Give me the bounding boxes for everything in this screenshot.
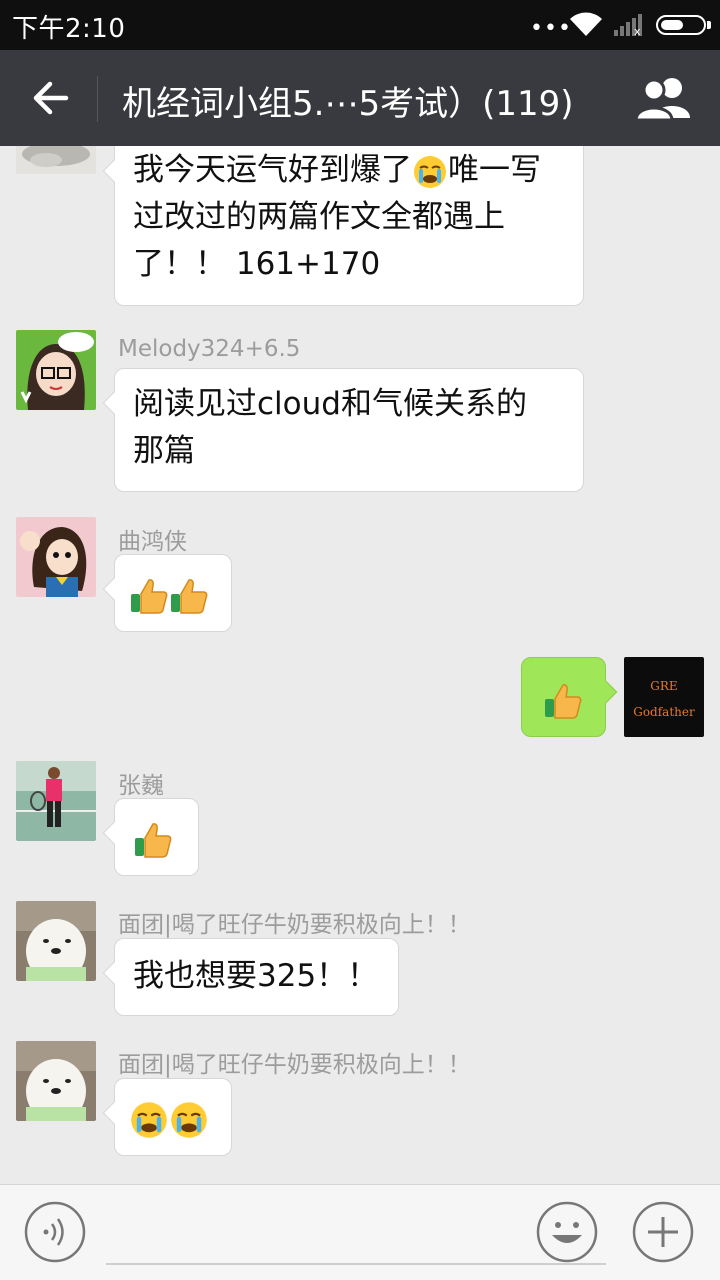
thumbs-up-icon (131, 578, 168, 614)
plus-icon[interactable] (632, 1201, 694, 1263)
sender-name: 面团|喝了旺仔牛奶要积极向上！！ (118, 912, 471, 938)
message-text: 那篇 (133, 433, 195, 469)
sender-name: 面团|喝了旺仔牛奶要积极向上！！ (118, 1052, 471, 1078)
thumbs-up-icon (545, 683, 582, 719)
avatar[interactable] (16, 901, 96, 981)
message-text: 唯一写 (448, 152, 541, 188)
signal-icon: x (614, 14, 642, 36)
message-list[interactable]: 我今天运气好到爆了 唯一写 过改过的两篇作文全都遇上 了！！ 161+170 Me… (0, 146, 720, 1184)
message-bubble[interactable]: 我今天运气好到爆了 唯一写 过改过的两篇作文全都遇上 了！！ 161+170 (114, 146, 584, 306)
message-text: 阅读见过cloud和气候关系的 (133, 386, 527, 422)
avatar[interactable] (16, 1041, 96, 1121)
message-bubble[interactable]: 我也想要325！！ (114, 938, 399, 1016)
message-bubble[interactable]: 阅读见过cloud和气候关系的 那篇 (114, 368, 584, 492)
crying-face-icon (414, 155, 446, 188)
message-input[interactable] (106, 1263, 606, 1265)
avatar[interactable] (16, 330, 96, 410)
input-bar (0, 1184, 720, 1280)
crying-face-icon (171, 1101, 207, 1138)
my-avatar[interactable]: GRE Godfather (624, 657, 704, 737)
message-bubble[interactable] (114, 1078, 232, 1156)
status-time: 下午2:10 (12, 14, 126, 44)
avatar[interactable] (16, 146, 96, 174)
chat-header: 机经词小组5.⋯5考试）(119) (0, 50, 720, 146)
message-text: 过改过的两篇作文全都遇上 (133, 199, 505, 235)
thumbs-up-icon (171, 578, 208, 614)
message-text: 我也想要325！！ (133, 958, 379, 994)
avatar[interactable] (16, 761, 96, 841)
back-arrow-icon[interactable] (24, 72, 76, 124)
emoji-icon[interactable] (536, 1201, 598, 1263)
sender-name: 张巍 (118, 773, 164, 799)
sender-name: Melody324+6.5 (118, 336, 301, 362)
wifi-icon (570, 12, 602, 36)
avatar[interactable] (16, 517, 96, 597)
avatar-text: GRE (650, 679, 678, 693)
crying-face-icon (131, 1101, 167, 1138)
status-bar: 下午2:10 ••• x (0, 0, 720, 50)
status-dots: ••• (530, 16, 572, 41)
sender-name: 曲鸿侠 (118, 529, 187, 555)
my-message-bubble[interactable] (521, 657, 606, 737)
message-bubble[interactable] (114, 798, 199, 876)
avatar-text: Godfather (633, 705, 695, 719)
voice-input-icon[interactable] (24, 1201, 86, 1263)
message-text: 了！！ 161+170 (133, 246, 381, 282)
message-text: 我今天运气好到爆了 (133, 152, 412, 188)
group-members-icon[interactable] (632, 72, 696, 124)
svg-text:x: x (634, 25, 641, 36)
battery-icon (656, 15, 711, 35)
header-divider (97, 76, 98, 122)
message-bubble[interactable] (114, 554, 232, 632)
chat-title: 机经词小组5.⋯5考试）(119) (122, 84, 574, 124)
thumbs-up-icon (135, 822, 172, 858)
